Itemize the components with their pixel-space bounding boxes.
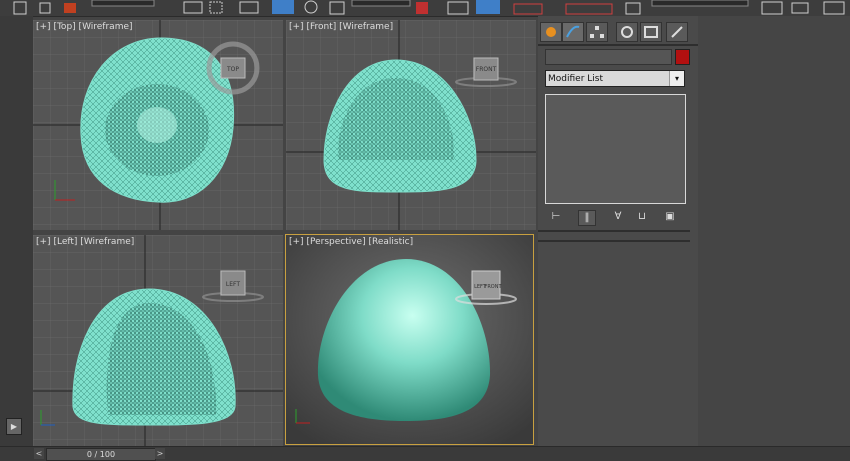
viewport-top-label[interactable]: [+] [Top] [Wireframe] — [36, 22, 133, 32]
viewport-perspective[interactable]: LEFT FRONT [+] [Perspective] [Realistic] — [285, 234, 534, 445]
next-frame-button[interactable]: > — [155, 448, 165, 459]
modifier-stack[interactable] — [545, 94, 686, 204]
time-slider[interactable]: 0 / 100 — [46, 448, 156, 461]
motion-icon — [621, 26, 633, 38]
display-icon — [644, 26, 658, 38]
display-tab[interactable] — [640, 22, 662, 42]
align-icon — [791, 2, 809, 14]
select-manipulate-icon — [447, 1, 469, 15]
unlink-icon — [39, 2, 51, 14]
link-icon — [13, 1, 27, 15]
remove-modifier-icon[interactable]: ⊔ — [634, 210, 650, 224]
viewcube-perspective-label-b: FRONT — [484, 284, 502, 290]
viewport-front-label[interactable]: [+] [Front] [Wireframe] — [289, 22, 393, 32]
toolbar-icons — [13, 0, 845, 15]
object-name-field[interactable] — [545, 49, 672, 65]
mirror-icon — [761, 1, 783, 15]
move-icon — [272, 0, 294, 14]
object-color-swatch[interactable] — [675, 49, 690, 65]
main-toolbar — [0, 0, 850, 17]
bind-icon — [64, 3, 76, 13]
viewport-front[interactable]: FRONT [+] [Front] [Wireframe] — [286, 20, 536, 230]
utilities-tab[interactable] — [666, 22, 688, 42]
viewport-top[interactable]: TOP [+] [Top] [Wireframe] — [33, 20, 283, 230]
pin-stack-icon[interactable]: ⊢ — [548, 210, 564, 224]
modify-tab[interactable] — [562, 22, 584, 42]
viewport-perspective-label[interactable]: [+] [Perspective] [Realistic] — [289, 237, 413, 247]
modifier-list-dropdown[interactable]: Modifier List ▾ — [545, 70, 685, 87]
window-crossing-icon — [239, 1, 259, 14]
viewcube-top-label: TOP — [226, 66, 239, 73]
left-viewport-canvas: LEFT — [33, 235, 283, 446]
rect-selection-icon — [209, 1, 223, 14]
chevron-down-icon: ▾ — [669, 71, 684, 86]
make-unique-icon[interactable]: ∀ — [610, 210, 626, 224]
front-viewport-canvas: FRONT — [286, 20, 536, 230]
create-icon — [546, 27, 556, 37]
left-sidebar — [0, 16, 33, 446]
hierarchy-icon — [590, 26, 604, 38]
right-panel — [698, 16, 850, 446]
pivot-icon — [416, 2, 428, 14]
spell-check-icon — [625, 2, 641, 15]
timeline: < 0 / 100 > — [0, 446, 850, 461]
viewcube-front-label: FRONT — [476, 66, 497, 73]
modifier-list-label: Modifier List — [548, 74, 603, 84]
create-tab[interactable] — [540, 22, 562, 42]
rotate-icon — [304, 0, 318, 14]
prev-frame-button[interactable]: < — [34, 448, 44, 459]
hierarchy-tab[interactable] — [586, 22, 608, 42]
perspective-viewport-canvas: LEFT FRONT — [286, 235, 533, 444]
viewport-left-label[interactable]: [+] [Left] [Wireframe] — [36, 237, 134, 247]
viewport-left[interactable]: LEFT [+] [Left] [Wireframe] — [33, 235, 283, 446]
utilities-icon — [671, 26, 683, 38]
show-end-result-icon[interactable]: ‖ — [578, 210, 596, 226]
select-by-name-icon — [183, 1, 203, 14]
keyboard-shortcut-icon — [476, 0, 500, 14]
configure-modifier-icon[interactable]: ▣ — [662, 210, 678, 224]
snap-toggle-icon — [513, 3, 543, 15]
reference-coord-dropdown — [351, 0, 411, 7]
selection-filter-dropdown — [91, 0, 155, 7]
named-selection-dropdown — [651, 0, 749, 7]
motion-tab[interactable] — [616, 22, 638, 42]
viewcube-left-label: LEFT — [226, 281, 240, 288]
top-viewport-canvas: TOP — [33, 20, 283, 230]
layer-manager-icon — [823, 1, 845, 15]
play-button[interactable]: ▶ — [6, 418, 22, 435]
scale-icon — [329, 1, 345, 15]
angle-snap-icon — [565, 3, 613, 15]
modify-icon — [566, 25, 580, 38]
